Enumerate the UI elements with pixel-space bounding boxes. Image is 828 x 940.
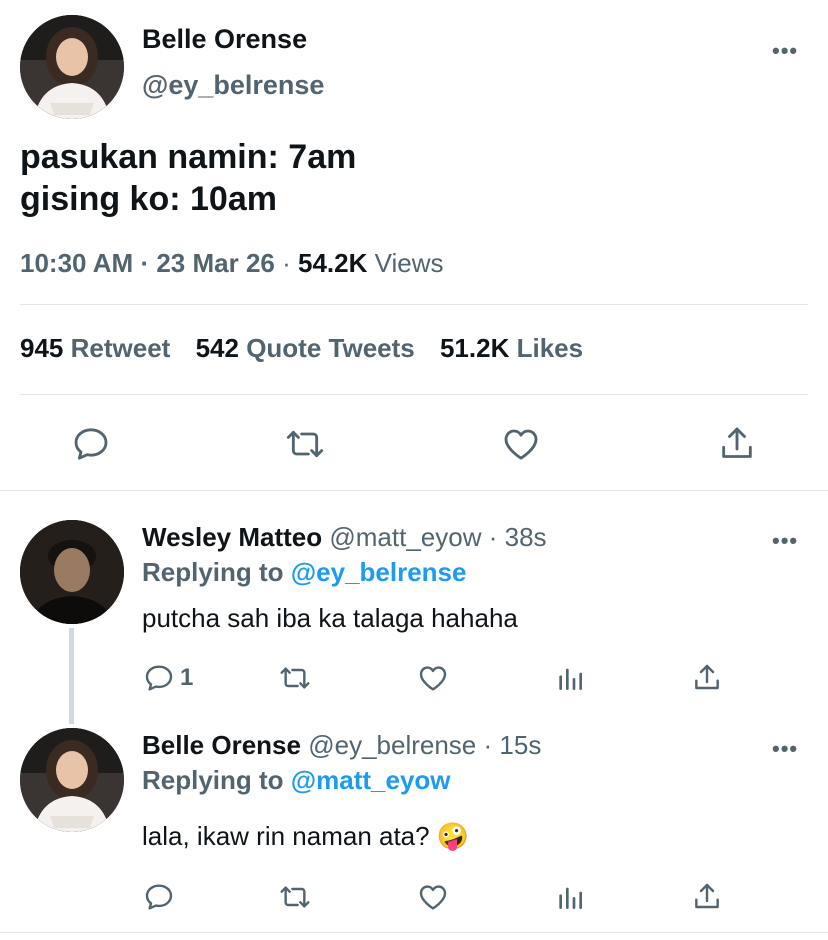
reply-author-handle[interactable]: @matt_eyow	[329, 522, 481, 552]
more-icon[interactable]: •••	[772, 738, 798, 760]
meta-separator: ·	[282, 248, 291, 278]
heart-icon[interactable]	[417, 881, 449, 913]
replying-to-handle[interactable]: @matt_eyow	[291, 765, 451, 795]
reply-age[interactable]: 15s	[499, 730, 541, 760]
tweet-date[interactable]: 23 Mar 26	[156, 248, 275, 278]
replying-to: Replying to @matt_eyow	[142, 765, 451, 796]
more-icon[interactable]: •••	[772, 530, 798, 552]
analytics-icon[interactable]	[554, 881, 586, 913]
reply-author-name[interactable]: Belle Orense	[142, 730, 301, 760]
section-separator	[0, 490, 828, 491]
meta-separator: ·	[488, 522, 498, 552]
quotes-label: Quote Tweets	[246, 333, 415, 363]
reply-text: lala, ikaw rin naman ata? 🤪	[142, 821, 469, 852]
bottom-separator	[0, 932, 828, 933]
retweet-icon[interactable]	[283, 424, 327, 464]
replying-prefix: Replying to	[142, 765, 284, 795]
analytics-icon[interactable]	[554, 662, 586, 694]
share-icon[interactable]	[691, 881, 723, 913]
reply-icon[interactable]	[143, 881, 175, 913]
reply-avatar[interactable]	[20, 520, 124, 624]
author-handle[interactable]: @ey_belrense	[142, 70, 324, 101]
thread-line	[69, 628, 74, 724]
meta-separator: ·	[140, 248, 150, 278]
author-name[interactable]: Belle Orense	[142, 24, 307, 55]
reply-author-handle[interactable]: @ey_belrense	[308, 730, 476, 760]
retweet-icon[interactable]	[277, 881, 313, 913]
retweets-count: 945	[20, 333, 64, 363]
reply-header: Wesley Matteo @matt_eyow · 38s	[142, 522, 547, 553]
meta-separator: ·	[483, 730, 493, 760]
tweet-meta: 10:30 AM · 23 Mar 26 · 54.2K Views	[20, 248, 444, 279]
tweet-text-line1: pasukan namin: 7am	[20, 138, 357, 176]
share-icon[interactable]	[691, 662, 723, 694]
views-count: 54.2K	[298, 248, 368, 278]
replying-prefix: Replying to	[142, 557, 284, 587]
divider	[20, 304, 808, 305]
reply-author-name[interactable]: Wesley Matteo	[142, 522, 322, 552]
quotes-count: 542	[195, 333, 239, 363]
more-icon[interactable]: •••	[772, 40, 798, 62]
reply-avatar[interactable]	[20, 728, 124, 832]
reply-age[interactable]: 38s	[505, 522, 547, 552]
replying-to-handle[interactable]: @ey_belrense	[291, 557, 467, 587]
reply-text: putcha sah iba ka talaga hahaha	[142, 603, 518, 633]
tweet-text-line2: gising ko: 10am	[20, 180, 277, 218]
quotes-stat[interactable]: 542 Quote Tweets	[196, 333, 422, 363]
reply-text-body: lala, ikaw rin naman ata?	[142, 821, 430, 851]
retweets-label: Retweet	[70, 333, 171, 363]
replying-to: Replying to @ey_belrense	[142, 557, 466, 588]
reply-count: 1	[180, 664, 194, 691]
views-label: Views	[374, 248, 444, 278]
zany-face-emoji: 🤪	[436, 821, 470, 851]
likes-stat[interactable]: 51.2K Likes	[440, 333, 583, 363]
author-avatar[interactable]	[20, 15, 124, 119]
heart-icon[interactable]	[417, 662, 449, 694]
likes-label: Likes	[516, 333, 584, 363]
reply-icon[interactable]	[143, 662, 175, 694]
share-icon[interactable]	[717, 424, 757, 464]
retweet-icon[interactable]	[277, 662, 313, 694]
reply-header: Belle Orense @ey_belrense · 15s	[142, 730, 541, 761]
tweet-stats: 945 Retweet 542 Quote Tweets 51.2K Likes	[20, 333, 583, 364]
heart-icon[interactable]	[501, 424, 541, 464]
tweet-time[interactable]: 10:30 AM	[20, 248, 133, 278]
likes-count: 51.2K	[439, 333, 510, 363]
reply-icon[interactable]	[71, 424, 111, 464]
retweets-stat[interactable]: 945 Retweet	[20, 333, 178, 363]
divider	[20, 394, 808, 395]
